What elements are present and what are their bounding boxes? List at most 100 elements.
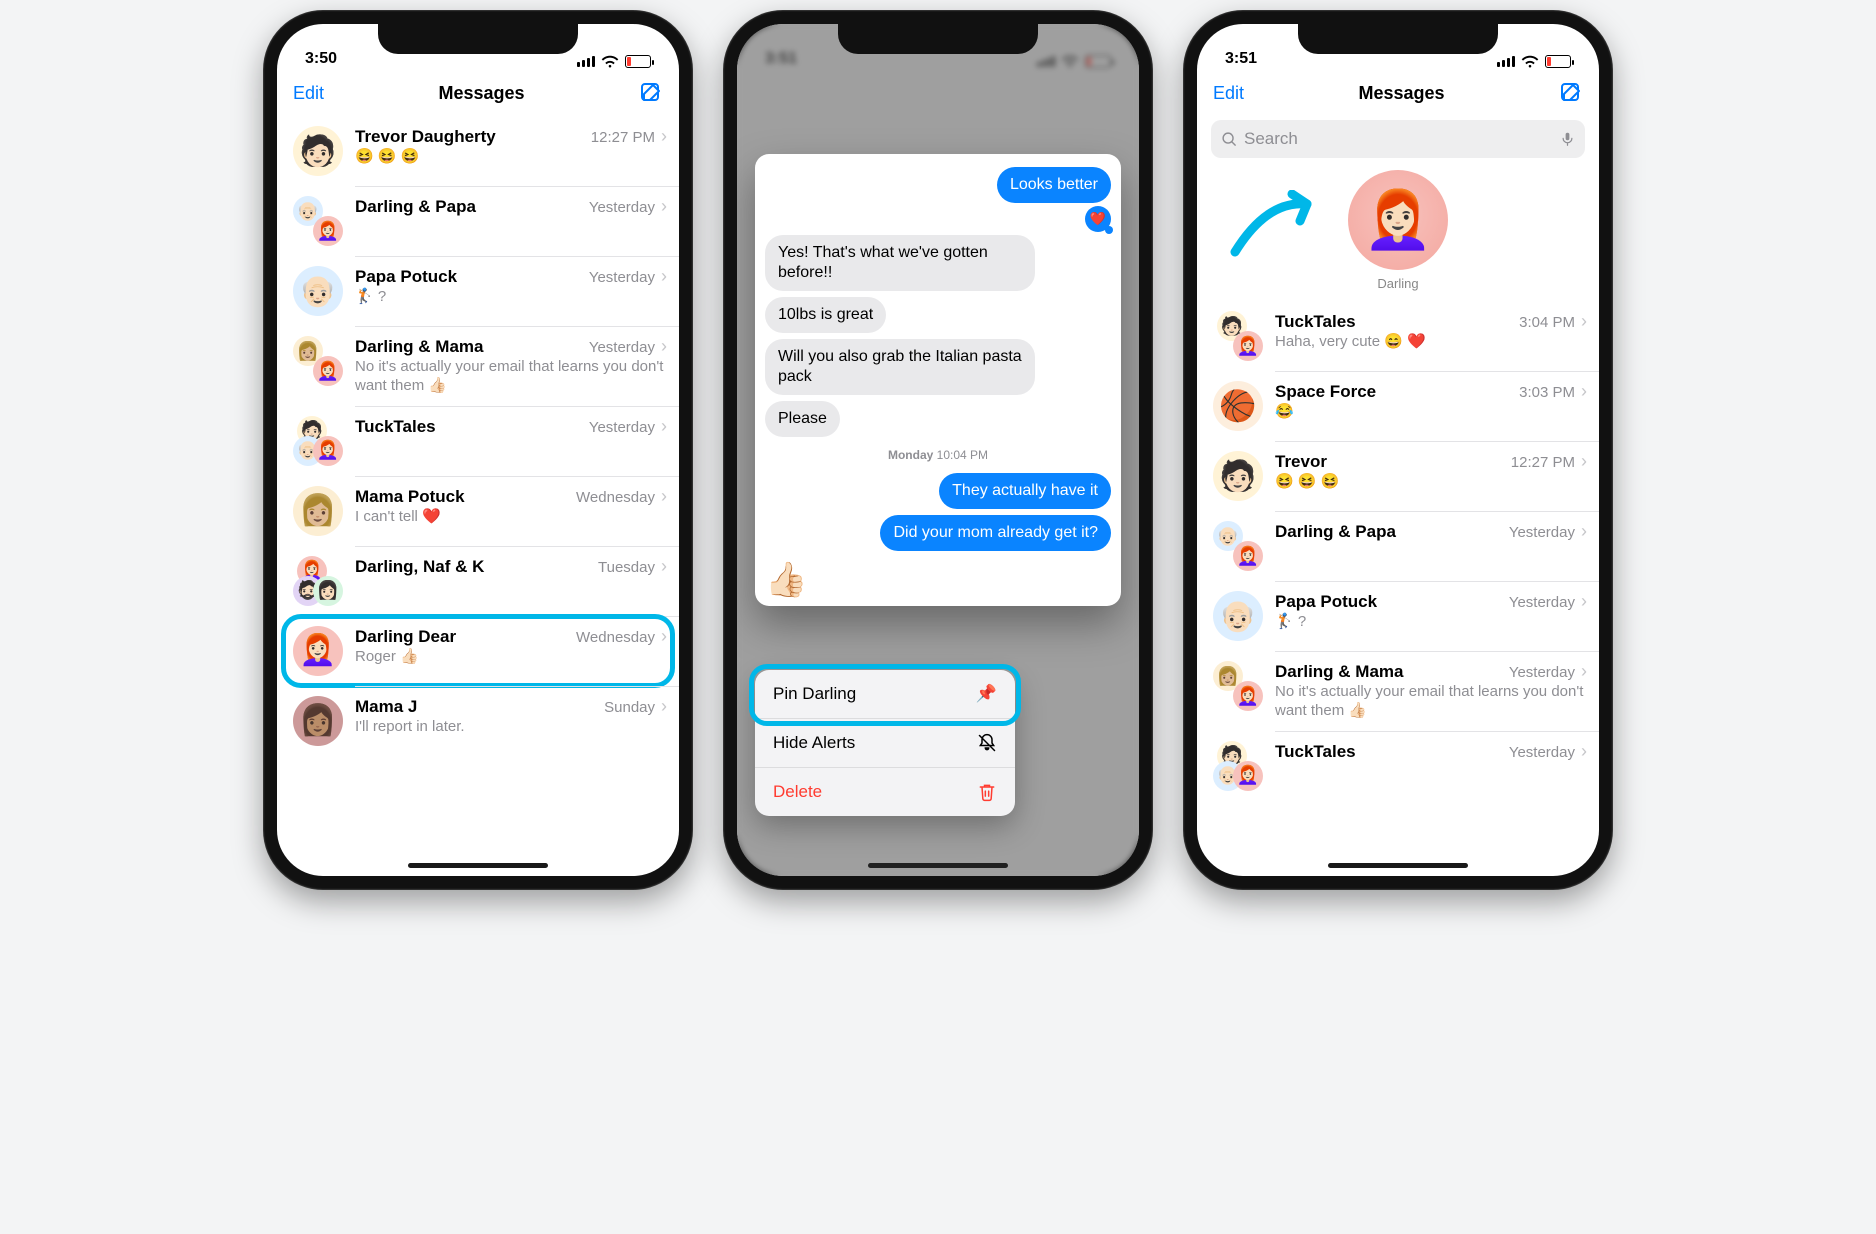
menu-label: Pin Darling <box>773 684 856 704</box>
row-preview: I'll report in later. <box>355 718 667 737</box>
avatar: 🧑🏻 <box>1213 451 1263 501</box>
chevron-right-icon: › <box>661 696 667 716</box>
thumb-emoji: 👍🏻 <box>765 560 1111 600</box>
menu-label: Delete <box>773 782 822 802</box>
avatar: 🧑🏻 <box>293 126 343 176</box>
list-row[interactable]: 🧑🏻 Trevor Daugherty12:27 PM› 😆 😆 😆 <box>277 116 679 186</box>
pinned-name: Darling <box>1197 276 1599 291</box>
list-row[interactable]: 👴🏻 👩🏻‍🦰 Darling & PapaYesterday› <box>1197 511 1599 581</box>
list-row[interactable]: 🧑🏻 👴🏻 👩🏻‍🦰 TuckTalesYesterday› <box>277 406 679 476</box>
row-name: Darling & Mama <box>1275 662 1403 682</box>
menu-item-delete[interactable]: Delete <box>755 768 1015 816</box>
row-preview: 🏌🏻 ? <box>355 288 667 307</box>
avatar-group: 🧑🏻 👴🏻 👩🏻‍🦰 <box>293 416 343 466</box>
chevron-right-icon: › <box>661 556 667 576</box>
mic-icon[interactable] <box>1560 130 1575 148</box>
message-out: Did your mom already get it? <box>880 515 1111 551</box>
message-out: Looks better <box>997 167 1111 203</box>
list-row[interactable]: 🏀 Space Force3:03 PM› 😂 <box>1197 371 1599 441</box>
row-time: Yesterday <box>1509 744 1575 761</box>
list-row[interactable]: 👴🏻 👩🏻‍🦰 Darling & PapaYesterday› <box>277 186 679 256</box>
search-input[interactable]: Search <box>1211 120 1585 158</box>
chevron-right-icon: › <box>661 416 667 436</box>
avatar-group: 🧑🏻 👩🏻‍🦰 <box>1213 311 1263 361</box>
signal-icon <box>577 56 595 67</box>
pinned-avatar[interactable]: 👩🏻‍🦰 <box>1348 170 1448 270</box>
list-row[interactable]: 👴🏻 Papa PotuckYesterday› 🏌🏻 ? <box>277 256 679 326</box>
conversation-list[interactable]: 🧑🏻 Trevor Daugherty12:27 PM› 😆 😆 😆 👴🏻 👩🏻… <box>277 116 679 756</box>
list-row[interactable]: 👩🏽 Mama J Sunday › I'll report in later. <box>277 686 679 756</box>
avatar-group: 🧑🏻 👴🏻 👩🏻‍🦰 <box>1213 741 1263 791</box>
home-indicator[interactable] <box>868 863 1008 868</box>
row-name: Darling & Papa <box>355 197 476 217</box>
message-in: Will you also grab the Italian pasta pac… <box>765 339 1035 395</box>
battery-icon <box>625 55 651 68</box>
row-time: Yesterday <box>1509 664 1575 681</box>
list-row[interactable]: 🧑🏻 👴🏻 👩🏻‍🦰 TuckTalesYesterday› <box>1197 731 1599 801</box>
list-row[interactable]: 👩🏻‍🦰 🧔🏻 👩🏻 Darling, Naf & KTuesday› <box>277 546 679 616</box>
avatar-group: 👴🏻 👩🏻‍🦰 <box>1213 521 1263 571</box>
row-time: Yesterday <box>589 199 655 216</box>
edit-button[interactable]: Edit <box>293 83 324 104</box>
phone-frame-1: 3:50 Edit Messages 🧑🏻 Trevor Daugherty12… <box>263 10 693 890</box>
status-time: 3:50 <box>305 50 337 68</box>
list-row[interactable]: 🧑🏻 👩🏻‍🦰 TuckTales3:04 PM› Haha, very cut… <box>1197 301 1599 371</box>
wifi-icon <box>601 55 619 68</box>
home-indicator[interactable] <box>1328 863 1468 868</box>
avatar: 👴🏻 <box>1213 591 1263 641</box>
signal-icon <box>1497 56 1515 67</box>
chevron-right-icon: › <box>1581 591 1587 611</box>
list-row[interactable]: 👴🏻 Papa PotuckYesterday› 🏌🏻 ? <box>1197 581 1599 651</box>
avatar: 👩🏻‍🦰 <box>293 626 343 676</box>
context-menu: Pin Darling 📌 Hide Alerts Delete <box>755 670 1015 816</box>
chevron-right-icon: › <box>1581 451 1587 471</box>
wifi-icon <box>1521 55 1539 68</box>
row-preview: 😆 😆 😆 <box>1275 473 1587 492</box>
row-name: Mama J <box>355 697 417 717</box>
row-name: Space Force <box>1275 382 1376 402</box>
menu-item-pin[interactable]: Pin Darling 📌 <box>755 670 1015 719</box>
list-row[interactable]: 👩🏼 Mama PotuckWednesday› I can't tell ❤️ <box>277 476 679 546</box>
list-row[interactable]: 👩🏼 👩🏻‍🦰 Darling & MamaYesterday› No it's… <box>1197 651 1599 731</box>
row-time: 3:03 PM <box>1519 384 1575 401</box>
compose-icon[interactable] <box>639 81 663 105</box>
avatar: 👩🏽 <box>293 696 343 746</box>
row-preview: 🏌🏻 ? <box>1275 613 1587 632</box>
chevron-right-icon: › <box>1581 311 1587 331</box>
menu-label: Hide Alerts <box>773 733 855 753</box>
annotation-arrow <box>1227 190 1327 260</box>
phone-frame-3: 3:51 Edit Messages Search 👩🏻‍🦰 Darling 🧑… <box>1183 10 1613 890</box>
chevron-right-icon: › <box>661 266 667 286</box>
row-time: Sunday <box>604 699 655 716</box>
conversation-preview-card[interactable]: Looks better ❤️ Yes! That's what we've g… <box>755 154 1121 606</box>
row-name: Papa Potuck <box>355 267 457 287</box>
avatar-group: 👴🏻 👩🏻‍🦰 <box>293 196 343 246</box>
list-row[interactable]: 🧑🏻 Trevor12:27 PM› 😆 😆 😆 <box>1197 441 1599 511</box>
compose-icon[interactable] <box>1559 81 1583 105</box>
row-preview: I can't tell ❤️ <box>355 508 667 527</box>
row-name: TuckTales <box>1275 312 1356 332</box>
heart-reaction-icon: ❤️ <box>1085 206 1111 232</box>
list-row-highlighted[interactable]: 👩🏻‍🦰 Darling DearWednesday› Roger 👍🏻 <box>277 616 679 686</box>
screen-1: 3:50 Edit Messages 🧑🏻 Trevor Daugherty12… <box>277 24 679 876</box>
row-preview: Roger 👍🏻 <box>355 648 667 667</box>
chevron-right-icon: › <box>1581 521 1587 541</box>
row-time: 3:04 PM <box>1519 314 1575 331</box>
avatar: 🏀 <box>1213 381 1263 431</box>
list-row[interactable]: 👩🏼 👩🏻‍🦰 Darling & MamaYesterday› No it's… <box>277 326 679 406</box>
page-title: Messages <box>438 83 524 104</box>
message-in: Yes! That's what we've gotten before!! <box>765 235 1035 291</box>
phone-frame-2: 3:51 Looks better ❤️ Yes! That's what we… <box>723 10 1153 890</box>
chevron-right-icon: › <box>661 336 667 356</box>
row-name: Darling Dear <box>355 627 456 647</box>
message-in: Please <box>765 401 840 437</box>
menu-item-hide-alerts[interactable]: Hide Alerts <box>755 719 1015 768</box>
avatar-group: 👩🏼 👩🏻‍🦰 <box>293 336 343 386</box>
row-time: 12:27 PM <box>591 129 655 146</box>
conversation-list[interactable]: 🧑🏻 👩🏻‍🦰 TuckTales3:04 PM› Haha, very cut… <box>1197 301 1599 801</box>
home-indicator[interactable] <box>408 863 548 868</box>
chevron-right-icon: › <box>1581 381 1587 401</box>
row-time: Yesterday <box>589 339 655 356</box>
edit-button[interactable]: Edit <box>1213 83 1244 104</box>
notch <box>1298 24 1498 54</box>
